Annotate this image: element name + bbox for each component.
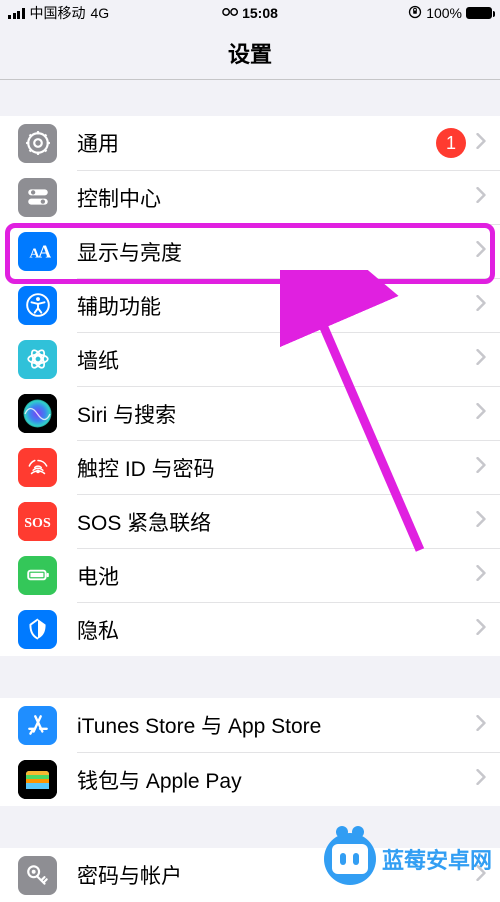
chevron-right-icon (476, 187, 486, 208)
row-wallpaper[interactable]: 墙纸 (0, 332, 500, 386)
wallet-icon (18, 760, 57, 799)
nav-header: 设置 (0, 26, 500, 80)
privacy-icon (18, 610, 57, 649)
watermark: 蓝莓安卓网 (324, 833, 492, 885)
row-accessibility[interactable]: 辅助功能 (0, 278, 500, 332)
siri-icon (18, 394, 57, 433)
row-label: 触控 ID 与密码 (77, 453, 215, 483)
chevron-right-icon (476, 457, 486, 478)
row-general[interactable]: 通用 1 (0, 116, 500, 170)
hotspot-icon (222, 5, 238, 21)
chevron-right-icon (476, 511, 486, 532)
network-label: 4G (91, 5, 110, 21)
chevron-right-icon (476, 295, 486, 316)
chevron-right-icon (476, 133, 486, 154)
text-size-icon: AA (18, 232, 57, 271)
settings-section-2: iTunes Store 与 App Store 钱包与 Apple Pay (0, 698, 500, 806)
signal-icon (8, 8, 25, 19)
watermark-logo-icon (324, 833, 376, 885)
carrier-label: 中国移动 (30, 3, 86, 23)
row-label: 控制中心 (77, 183, 161, 213)
row-sos[interactable]: SOS SOS 紧急联络 (0, 494, 500, 548)
svg-text:A: A (38, 242, 51, 262)
row-wallet[interactable]: 钱包与 Apple Pay (0, 752, 500, 806)
chevron-right-icon (476, 769, 486, 790)
battery-icon (18, 556, 57, 595)
row-label: 通用 (77, 128, 119, 158)
status-bar: 中国移动 4G 15:08 100% (0, 0, 500, 26)
watermark-text: 蓝莓安卓网 (382, 843, 492, 875)
row-label: 墙纸 (77, 345, 119, 375)
row-touchid[interactable]: 触控 ID 与密码 (0, 440, 500, 494)
row-label: SOS 紧急联络 (77, 507, 211, 537)
orientation-lock-icon (408, 5, 422, 22)
row-battery[interactable]: 电池 (0, 548, 500, 602)
svg-text:SOS: SOS (24, 516, 51, 531)
chevron-right-icon (476, 403, 486, 424)
switches-icon (18, 178, 57, 217)
row-label: iTunes Store 与 App Store (77, 710, 321, 740)
time-label: 15:08 (242, 5, 278, 21)
row-control-center[interactable]: 控制中心 (0, 170, 500, 224)
fingerprint-icon (18, 448, 57, 487)
row-label: 电池 (77, 561, 119, 591)
chevron-right-icon (476, 565, 486, 586)
row-label: 隐私 (77, 615, 119, 645)
sos-icon: SOS (18, 502, 57, 541)
gear-icon (18, 124, 57, 163)
wallpaper-icon (18, 340, 57, 379)
settings-section-1: 通用 1 控制中心 AA 显示与亮度 辅助功能 (0, 116, 500, 656)
row-label: 显示与亮度 (77, 237, 182, 267)
row-siri[interactable]: Siri 与搜索 (0, 386, 500, 440)
row-label: 密码与帐户 (77, 860, 182, 890)
battery-label: 100% (426, 5, 462, 21)
chevron-right-icon (476, 349, 486, 370)
row-label: Siri 与搜索 (77, 399, 176, 429)
row-label: 钱包与 Apple Pay (77, 765, 242, 795)
accessibility-icon (18, 286, 57, 325)
notification-badge: 1 (436, 128, 466, 158)
chevron-right-icon (476, 715, 486, 736)
row-appstore[interactable]: iTunes Store 与 App Store (0, 698, 500, 752)
chevron-right-icon (476, 619, 486, 640)
battery-icon (466, 7, 492, 19)
page-title: 设置 (228, 37, 272, 69)
appstore-icon (18, 706, 57, 745)
row-label: 辅助功能 (77, 291, 161, 321)
row-display-brightness[interactable]: AA 显示与亮度 (0, 224, 500, 278)
chevron-right-icon (476, 241, 486, 262)
row-privacy[interactable]: 隐私 (0, 602, 500, 656)
